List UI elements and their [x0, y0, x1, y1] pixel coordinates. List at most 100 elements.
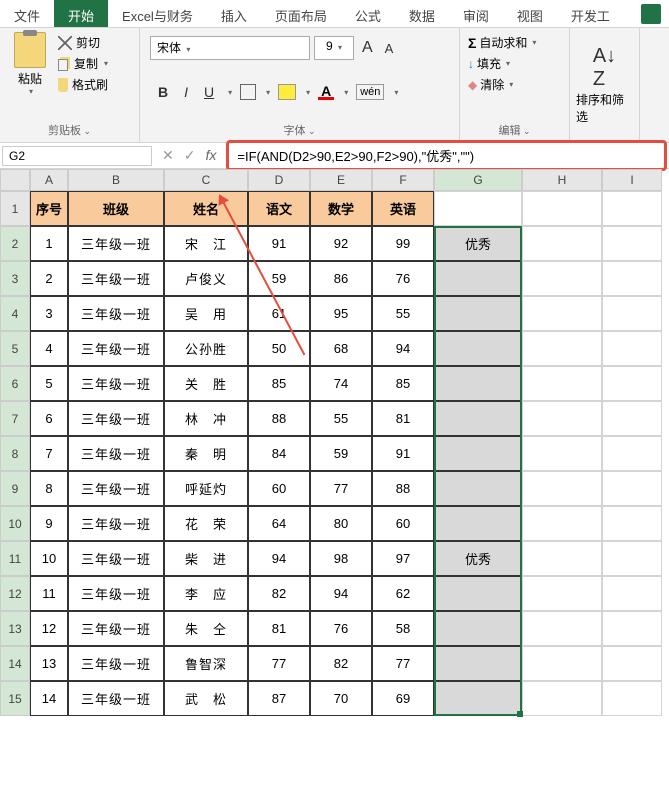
row-header-10[interactable]: 10 [0, 506, 30, 541]
cell-i9[interactable] [602, 471, 662, 506]
cell-i14[interactable] [602, 646, 662, 681]
cell-seq[interactable]: 12 [30, 611, 68, 646]
cell-class[interactable]: 三年级一班 [68, 681, 164, 716]
cell-english[interactable]: 69 [372, 681, 434, 716]
cell-class[interactable]: 三年级一班 [68, 296, 164, 331]
cell-english[interactable]: 91 [372, 436, 434, 471]
row-header-4[interactable]: 4 [0, 296, 30, 331]
cell-h8[interactable] [522, 436, 602, 471]
autosum-button[interactable]: Σ自动求和▾ [468, 34, 561, 51]
cell-seq[interactable]: 1 [30, 226, 68, 261]
increase-font-button[interactable]: A [358, 39, 377, 57]
cell-math[interactable]: 77 [310, 471, 372, 506]
cell-h9[interactable] [522, 471, 602, 506]
col-header-D[interactable]: D [248, 169, 310, 191]
cell-chinese[interactable]: 59 [248, 261, 310, 296]
share-icon[interactable] [641, 4, 661, 24]
col-header-B[interactable]: B [68, 169, 164, 191]
cell-i4[interactable] [602, 296, 662, 331]
select-all-corner[interactable] [0, 169, 30, 191]
col-header-E[interactable]: E [310, 169, 372, 191]
cell-seq[interactable]: 2 [30, 261, 68, 296]
phonetic-button[interactable]: wén [356, 84, 384, 100]
cell-i3[interactable] [602, 261, 662, 296]
cell-result[interactable] [434, 646, 522, 681]
fill-button[interactable]: ↓填充▾ [468, 55, 561, 72]
worksheet[interactable]: ABCDEFGHI1序号班级姓名语文数学英语21三年级一班宋 江919299优秀… [0, 169, 669, 716]
cell-class[interactable]: 三年级一班 [68, 366, 164, 401]
cell-h1[interactable] [522, 191, 602, 226]
cell-result[interactable] [434, 436, 522, 471]
cell-class[interactable]: 三年级一班 [68, 506, 164, 541]
row-header-1[interactable]: 1 [0, 191, 30, 226]
tab-formula[interactable]: 公式 [341, 0, 395, 27]
cell-h4[interactable] [522, 296, 602, 331]
cell-math[interactable]: 82 [310, 646, 372, 681]
tab-home[interactable]: 开始 [54, 0, 108, 27]
cell-result[interactable] [434, 681, 522, 716]
cancel-formula-button[interactable]: ✕ [162, 147, 174, 164]
col-header-C[interactable]: C [164, 169, 248, 191]
cell-chinese[interactable]: 91 [248, 226, 310, 261]
row-header-12[interactable]: 12 [0, 576, 30, 611]
cell-math[interactable]: 74 [310, 366, 372, 401]
cell-english[interactable]: 99 [372, 226, 434, 261]
cell-seq[interactable]: 10 [30, 541, 68, 576]
cell-math[interactable]: 95 [310, 296, 372, 331]
cell-chinese[interactable]: 84 [248, 436, 310, 471]
col-header-A[interactable]: A [30, 169, 68, 191]
tab-review[interactable]: 审阅 [449, 0, 503, 27]
cell-math[interactable]: 68 [310, 331, 372, 366]
cell-h3[interactable] [522, 261, 602, 296]
row-header-8[interactable]: 8 [0, 436, 30, 471]
cell-result[interactable] [434, 331, 522, 366]
cell-name[interactable]: 柴 进 [164, 541, 248, 576]
cell-i10[interactable] [602, 506, 662, 541]
cell-name[interactable]: 花 荣 [164, 506, 248, 541]
cell-result[interactable] [434, 611, 522, 646]
copy-button[interactable]: 复制▾ [58, 55, 108, 72]
cell-i13[interactable] [602, 611, 662, 646]
cell-class[interactable]: 三年级一班 [68, 471, 164, 506]
cell-seq[interactable]: 7 [30, 436, 68, 471]
decrease-font-button[interactable]: A [381, 41, 398, 56]
cell-i8[interactable] [602, 436, 662, 471]
border-button[interactable] [240, 84, 256, 100]
cell-result[interactable] [434, 506, 522, 541]
row-header-9[interactable]: 9 [0, 471, 30, 506]
row-header-5[interactable]: 5 [0, 331, 30, 366]
cell-class[interactable]: 三年级一班 [68, 541, 164, 576]
cell-name[interactable]: 呼延灼 [164, 471, 248, 506]
cell-english[interactable]: 81 [372, 401, 434, 436]
sort-filter-button[interactable]: A↓Z [593, 45, 616, 91]
cell-h10[interactable] [522, 506, 602, 541]
cell-english[interactable]: 60 [372, 506, 434, 541]
cell-english[interactable]: 62 [372, 576, 434, 611]
cell-result[interactable] [434, 296, 522, 331]
cell-seq[interactable]: 6 [30, 401, 68, 436]
cell-h12[interactable] [522, 576, 602, 611]
cell-result[interactable]: 优秀 [434, 226, 522, 261]
tab-data[interactable]: 数据 [395, 0, 449, 27]
cut-button[interactable]: 剪切 [58, 34, 108, 51]
cell-chinese[interactable]: 50 [248, 331, 310, 366]
row-header-11[interactable]: 11 [0, 541, 30, 576]
cell-name[interactable]: 鲁智深 [164, 646, 248, 681]
cell-seq[interactable]: 8 [30, 471, 68, 506]
cell-math[interactable]: 92 [310, 226, 372, 261]
col-header-F[interactable]: F [372, 169, 434, 191]
cell-english[interactable]: 76 [372, 261, 434, 296]
cell-class[interactable]: 三年级一班 [68, 401, 164, 436]
italic-button[interactable]: I [180, 82, 192, 102]
format-painter-button[interactable]: 格式刷 [58, 76, 108, 93]
cell-chinese[interactable]: 85 [248, 366, 310, 401]
confirm-formula-button[interactable]: ✓ [184, 147, 196, 164]
cell-class[interactable]: 三年级一班 [68, 611, 164, 646]
cell-class[interactable]: 三年级一班 [68, 436, 164, 471]
cell-class[interactable]: 三年级一班 [68, 576, 164, 611]
cell-i6[interactable] [602, 366, 662, 401]
cell-name[interactable]: 秦 明 [164, 436, 248, 471]
col-header-G[interactable]: G [434, 169, 522, 191]
clear-button[interactable]: ◆清除▾ [468, 76, 561, 93]
underline-button[interactable]: U [200, 82, 218, 102]
